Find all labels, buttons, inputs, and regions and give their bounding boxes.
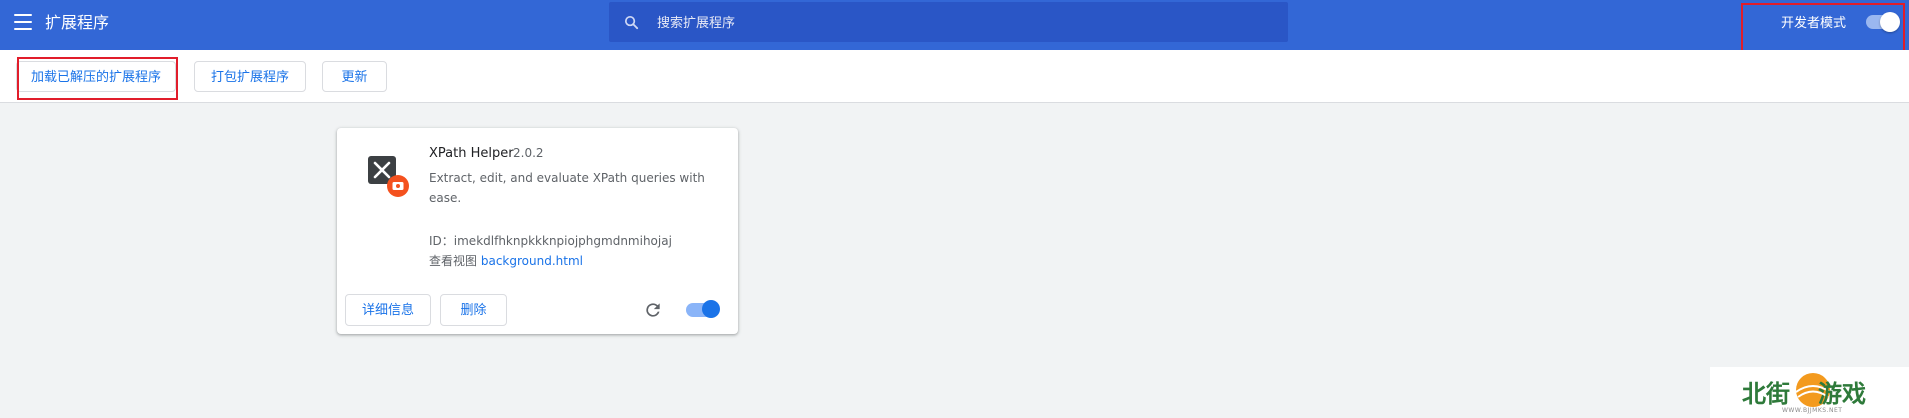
extension-description: Extract, edit, and evaluate XPath querie… xyxy=(429,171,705,205)
watermark-logo: 北街 游戏 WWW.BJJMKS.NET xyxy=(1710,367,1909,418)
extension-version: 2.0.2 xyxy=(513,146,544,160)
inspect-views: 查看视图 background.html xyxy=(429,252,583,269)
background-page-link[interactable]: background.html xyxy=(481,254,583,268)
search-box[interactable] xyxy=(609,2,1288,44)
watermark-text-right: 游戏 xyxy=(1818,379,1866,408)
extension-id: ID：imekdlfhknpkkknpiojphgmdnmihojaj xyxy=(429,232,672,249)
search-icon xyxy=(624,15,639,30)
pack-extension-button[interactable]: 打包扩展程序 xyxy=(194,61,306,92)
extension-card: XPath Helper 2.0.2 Extract, edit, and ev… xyxy=(337,128,738,334)
extension-enable-toggle[interactable] xyxy=(686,300,720,318)
extension-id-value: imekdlfhknpkkknpiojphgmdnmihojaj xyxy=(453,234,672,248)
details-button[interactable]: 详细信息 xyxy=(345,294,431,326)
top-bar: 扩展程序 开发者模式 xyxy=(0,0,1909,50)
load-unpacked-button[interactable]: 加载已解压的扩展程序 xyxy=(16,61,176,92)
menu-icon[interactable] xyxy=(14,14,32,30)
watermark-text-left: 北街 xyxy=(1742,379,1790,408)
inspect-views-label: 查看视图 xyxy=(429,254,478,268)
extension-name: XPath Helper xyxy=(429,146,514,161)
remove-button[interactable]: 删除 xyxy=(440,294,507,326)
toolbar: 加载已解压的扩展程序 打包扩展程序 更新 xyxy=(0,50,1909,103)
dev-mode-toggle[interactable] xyxy=(1866,12,1900,32)
dev-mode-label: 开发者模式 xyxy=(1781,16,1847,31)
extension-id-label: ID： xyxy=(429,234,454,248)
extension-icon xyxy=(368,156,409,197)
search-input[interactable] xyxy=(655,2,1259,44)
reload-icon[interactable] xyxy=(643,300,663,320)
watermark-url: WWW.BJJMKS.NET xyxy=(1782,407,1843,414)
page-title: 扩展程序 xyxy=(45,13,110,32)
update-button[interactable]: 更新 xyxy=(322,61,387,92)
